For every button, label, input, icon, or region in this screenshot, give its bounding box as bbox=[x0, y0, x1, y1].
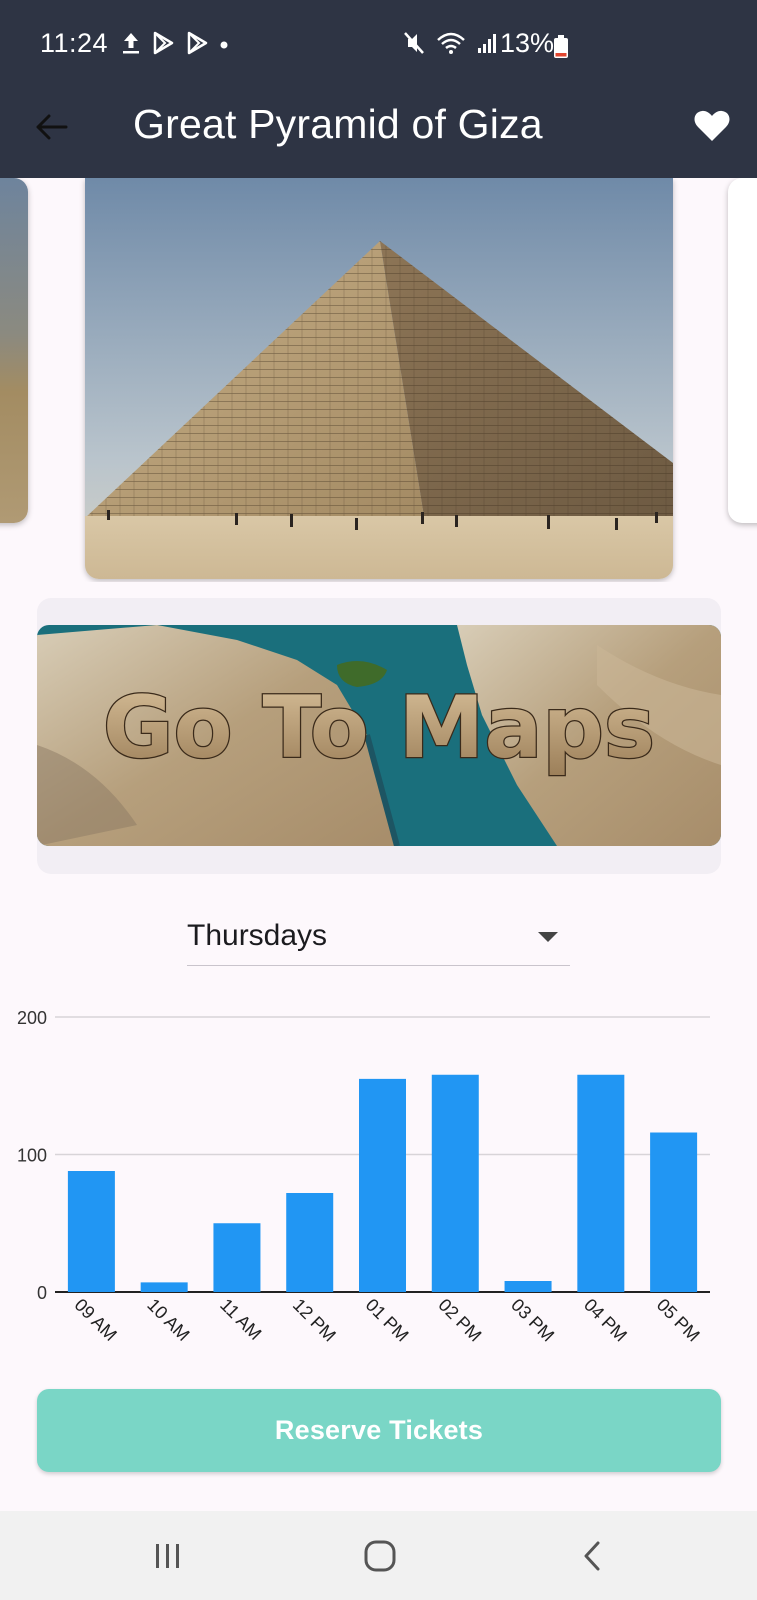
arrow-left-icon bbox=[36, 114, 68, 140]
upload-icon bbox=[123, 33, 139, 54]
status-bar: 11:24 13% bbox=[0, 0, 757, 90]
chart-x-tick-label: 11 AM bbox=[216, 1295, 265, 1344]
carousel-current-image[interactable] bbox=[85, 178, 673, 579]
app-header: 11:24 13% Great Pyramid of Giza bbox=[0, 0, 757, 178]
system-nav-bar bbox=[0, 1511, 757, 1600]
status-time: 11:24 bbox=[40, 28, 109, 58]
page-title: Great Pyramid of Giza bbox=[133, 101, 543, 147]
back-button[interactable] bbox=[30, 105, 74, 149]
chart-bar bbox=[359, 1078, 406, 1292]
recent-apps-button[interactable] bbox=[140, 1531, 196, 1581]
recent-apps-icon bbox=[156, 1544, 179, 1568]
chart-bar bbox=[67, 1171, 115, 1292]
chart-x-tick-label: 09 AM bbox=[71, 1295, 121, 1345]
chart-bar bbox=[286, 1193, 334, 1292]
home-button[interactable] bbox=[352, 1531, 408, 1581]
day-dropdown[interactable]: Thursdays bbox=[187, 910, 570, 966]
pyramid-image bbox=[85, 178, 673, 579]
map-banner-image: Go To Maps bbox=[37, 625, 721, 846]
chart-bar bbox=[213, 1223, 261, 1292]
carousel-next-image[interactable] bbox=[728, 178, 757, 523]
maps-card: Go To Maps bbox=[37, 598, 721, 874]
battery-icon bbox=[554, 35, 568, 58]
chart-x-tick-label: 12 PM bbox=[289, 1295, 340, 1346]
chart-bar bbox=[577, 1074, 625, 1292]
notification-dot-icon bbox=[220, 41, 228, 49]
chart-x-tick-label: 05 PM bbox=[653, 1295, 704, 1346]
chart-x-tick-label: 01 PM bbox=[362, 1295, 413, 1346]
chart-y-tick-label: 0 bbox=[37, 1283, 47, 1303]
battery-percentage: 13% bbox=[500, 28, 555, 58]
reserve-tickets-label: Reserve Tickets bbox=[274, 1415, 484, 1445]
mute-icon bbox=[404, 32, 424, 54]
reserve-tickets-button[interactable]: Reserve Tickets bbox=[37, 1389, 721, 1472]
chart-bar bbox=[650, 1132, 698, 1292]
signal-icon bbox=[478, 34, 496, 53]
home-icon bbox=[364, 1540, 396, 1572]
wifi-icon bbox=[437, 32, 465, 54]
day-dropdown-value: Thursdays bbox=[187, 919, 328, 952]
maps-banner-text: Go To Maps bbox=[103, 678, 655, 778]
image-carousel[interactable] bbox=[0, 178, 757, 582]
chart-x-tick-label: 03 PM bbox=[507, 1295, 558, 1346]
chart-x-tick-label: 04 PM bbox=[580, 1295, 631, 1346]
chart-y-tick-label: 200 bbox=[17, 1008, 47, 1028]
play-store-icon-2 bbox=[187, 31, 208, 55]
chevron-left-icon bbox=[584, 1541, 600, 1571]
chart-x-tick-label: 10 AM bbox=[143, 1295, 193, 1345]
favorite-button[interactable] bbox=[692, 106, 736, 150]
chart-y-tick-label: 100 bbox=[17, 1146, 47, 1166]
chart-bar bbox=[140, 1282, 188, 1292]
back-nav-button[interactable] bbox=[564, 1531, 620, 1581]
carousel-prev-image[interactable] bbox=[0, 178, 28, 523]
go-to-maps-button[interactable]: Go To Maps bbox=[37, 625, 721, 846]
play-store-icon bbox=[153, 31, 174, 55]
chart-x-tick-label: 02 PM bbox=[434, 1295, 485, 1346]
visitors-bar-chart: 0 100 200 09 AM 10 AM 11 AM 12 PM 01 PM 02 PM 03 … bbox=[0, 990, 757, 1370]
heart-icon bbox=[694, 110, 730, 141]
chart-bar bbox=[504, 1281, 552, 1292]
chart-bar bbox=[431, 1074, 479, 1292]
caret-down-icon bbox=[538, 932, 558, 942]
